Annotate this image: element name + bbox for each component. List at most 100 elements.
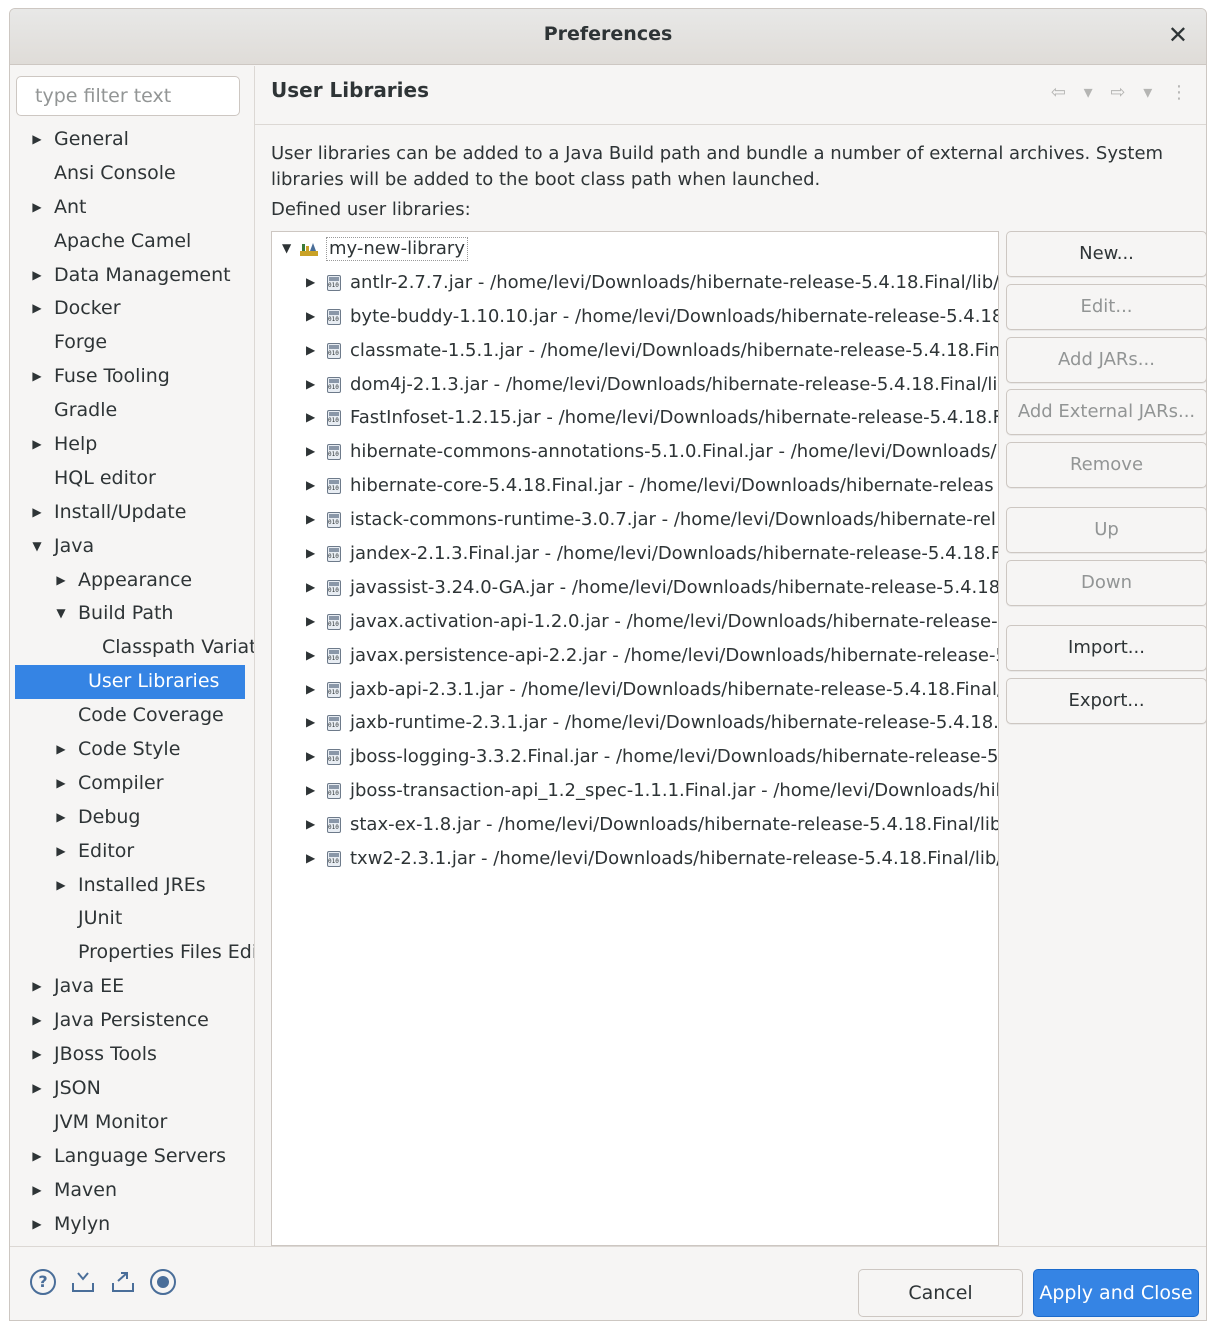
jar-row[interactable]: ▶ jaxb-api-2.3.1.jar - /home/levi/Downloa… [272,673,998,707]
tree-item[interactable]: Code Coverage [10,699,254,733]
add-jars-button[interactable]: Add JARs... [1006,337,1206,383]
expand-arrow-icon[interactable]: ▶ [30,292,44,326]
tree-item[interactable]: ▶ JBoss Tools [10,1038,254,1072]
expand-arrow-icon[interactable]: ▶ [30,1140,44,1174]
tree-item[interactable]: ▼ Java [10,530,254,564]
expand-arrow-icon[interactable]: ▶ [30,1038,44,1072]
expand-arrow-icon[interactable]: ▶ [30,1174,44,1208]
expand-arrow-icon[interactable]: ▶ [306,842,315,876]
library-row[interactable]: ▼ my-new-library [272,232,998,266]
jar-row[interactable]: ▶ byte-buddy-1.10.10.jar - /home/levi/Dow… [272,300,998,334]
record-icon[interactable] [150,1269,177,1295]
tree-item[interactable]: Classpath Variat [10,631,254,665]
tree-item[interactable]: User Libraries [15,665,245,700]
tree-item[interactable]: ▶ Maven [10,1174,254,1208]
tree-item[interactable]: ▶ Java EE [10,970,254,1004]
filter-input[interactable]: type filter text [16,76,240,116]
expand-arrow-icon[interactable]: ▶ [54,733,68,767]
expand-arrow-icon[interactable]: ▶ [306,401,315,435]
expand-arrow-icon[interactable]: ▶ [306,469,315,503]
expand-arrow-icon[interactable]: ▶ [54,801,68,835]
expand-arrow-icon[interactable]: ▶ [306,605,315,639]
tree-item[interactable]: JVM Monitor [10,1106,254,1140]
expand-arrow-icon[interactable]: ▶ [30,428,44,462]
tree-item[interactable]: ▶ Mylyn [10,1208,254,1242]
import-button[interactable]: Import... [1006,625,1206,671]
new-button[interactable]: New... [1006,231,1206,277]
export-preferences-icon[interactable] [110,1269,136,1295]
navigation-icons[interactable]: ⇦ ▾ ⇨ ▾ ⋮ [1051,82,1194,103]
tree-item[interactable]: ▶ Appearance [10,564,254,598]
expand-arrow-icon[interactable]: ▼ [282,232,291,266]
expand-arrow-icon[interactable]: ▶ [54,767,68,801]
expand-arrow-icon[interactable]: ▶ [30,1208,44,1242]
tree-item[interactable]: Properties Files Edi [10,936,254,970]
tree-item[interactable]: ▼ Build Path [10,597,254,631]
jar-row[interactable]: ▶ dom4j-2.1.3.jar - /home/levi/Downloads/… [272,368,998,402]
jar-row[interactable]: ▶ txw2-2.3.1.jar - /home/levi/Downloads/h… [272,842,998,876]
expand-arrow-icon[interactable]: ▶ [306,673,315,707]
tree-item[interactable]: ▶ Ant [10,191,254,225]
expand-arrow-icon[interactable]: ▶ [30,1004,44,1038]
expand-arrow-icon[interactable]: ▶ [306,368,315,402]
tree-item[interactable]: Forge [10,326,254,360]
jar-row[interactable]: ▶ jaxb-runtime-2.3.1.jar - /home/levi/Dow… [272,706,998,740]
tree-item[interactable]: ▶ Help [10,428,254,462]
tree-item[interactable]: JUnit [10,902,254,936]
expand-arrow-icon[interactable]: ▶ [306,537,315,571]
export-button[interactable]: Export... [1006,678,1206,724]
tree-item[interactable]: ▶ Debug [10,801,254,835]
remove-button[interactable]: Remove [1006,442,1206,488]
expand-arrow-icon[interactable]: ▶ [306,740,315,774]
down-button[interactable]: Down [1006,560,1206,606]
expand-arrow-icon[interactable]: ▶ [306,266,315,300]
collapse-arrow-icon[interactable]: ▼ [54,597,68,631]
jar-row[interactable]: ▶ javax.activation-api-1.2.0.jar - /home/… [272,605,998,639]
jar-row[interactable]: ▶ antlr-2.7.7.jar - /home/levi/Downloads/… [272,266,998,300]
tree-item[interactable]: ▶ Java Persistence [10,1004,254,1038]
tree-item[interactable]: ▶ Installed JREs [10,869,254,903]
tree-item[interactable]: Gradle [10,394,254,428]
expand-arrow-icon[interactable]: ▶ [306,435,315,469]
expand-arrow-icon[interactable]: ▶ [306,334,315,368]
edit-button[interactable]: Edit... [1006,284,1206,330]
jar-row[interactable]: ▶ FastInfoset-1.2.15.jar - /home/levi/Dow… [272,401,998,435]
jar-row[interactable]: ▶ jboss-logging-3.3.2.Final.jar - /home/l… [272,740,998,774]
expand-arrow-icon[interactable]: ▶ [30,191,44,225]
expand-arrow-icon[interactable]: ▶ [30,496,44,530]
expand-arrow-icon[interactable]: ▶ [306,300,315,334]
expand-arrow-icon[interactable]: ▶ [306,639,315,673]
cancel-button[interactable]: Cancel [858,1269,1023,1317]
jar-row[interactable]: ▶ jboss-transaction-api_1.2_spec-1.1.1.Fi… [272,774,998,808]
tree-item[interactable]: ▶ Code Style [10,733,254,767]
user-libraries-tree[interactable]: ▼ my-new-library ▶ antlr-2.7.7.jar - /hom… [271,231,999,1246]
tree-item[interactable]: Ansi Console [10,157,254,191]
tree-item[interactable]: ▶ Data Management [10,259,254,293]
tree-item[interactable]: ▶ Language Servers [10,1140,254,1174]
collapse-arrow-icon[interactable]: ▼ [30,530,44,564]
tree-item[interactable]: ▶ JSON [10,1072,254,1106]
tree-item[interactable]: Apache Camel [10,225,254,259]
expand-arrow-icon[interactable]: ▶ [30,1072,44,1106]
close-icon[interactable]: ✕ [1168,21,1188,49]
apply-and-close-button[interactable]: Apply and Close [1033,1269,1199,1317]
jar-row[interactable]: ▶ hibernate-core-5.4.18.Final.jar - /home… [272,469,998,503]
jar-row[interactable]: ▶ classmate-1.5.1.jar - /home/levi/Downlo… [272,334,998,368]
expand-arrow-icon[interactable]: ▶ [306,503,315,537]
tree-item[interactable]: ▶ Install/Update [10,496,254,530]
expand-arrow-icon[interactable]: ▶ [30,970,44,1004]
jar-row[interactable]: ▶ hibernate-commons-annotations-5.1.0.Fin… [272,435,998,469]
expand-arrow-icon[interactable]: ▶ [30,259,44,293]
jar-row[interactable]: ▶ stax-ex-1.8.jar - /home/levi/Downloads/… [272,808,998,842]
tree-item[interactable]: ▶ Docker [10,292,254,326]
expand-arrow-icon[interactable]: ▶ [54,564,68,598]
up-button[interactable]: Up [1006,507,1206,553]
expand-arrow-icon[interactable]: ▶ [306,774,315,808]
expand-arrow-icon[interactable]: ▶ [30,360,44,394]
add-external-jars-button[interactable]: Add External JARs... [1006,389,1206,435]
tree-item[interactable]: ▶ Compiler [10,767,254,801]
expand-arrow-icon[interactable]: ▶ [30,123,44,157]
expand-arrow-icon[interactable]: ▶ [306,808,315,842]
help-icon[interactable]: ? [30,1269,56,1295]
tree-item[interactable]: ▶ Fuse Tooling [10,360,254,394]
